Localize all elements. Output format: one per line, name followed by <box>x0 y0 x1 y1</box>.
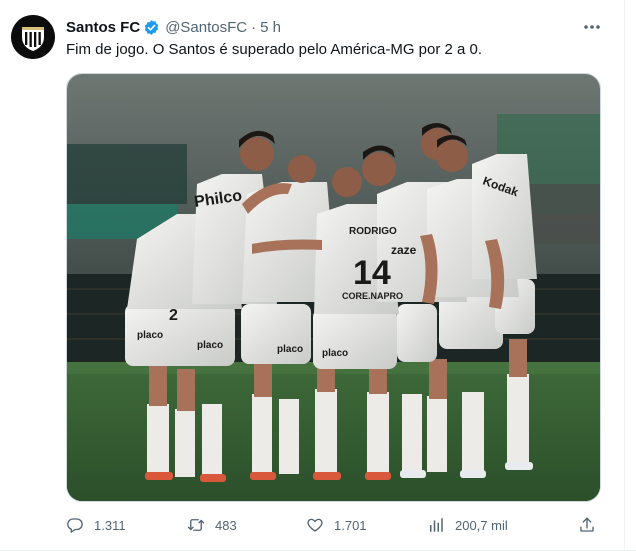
author-name[interactable]: Santos FC <box>66 19 140 36</box>
retweet-button[interactable]: 483 <box>187 512 237 538</box>
jersey-number-2: 2 <box>169 307 178 324</box>
avatar[interactable] <box>11 15 55 59</box>
jersey-sponsor-core: CORE.NAPRO <box>342 291 403 301</box>
share-icon <box>580 517 594 532</box>
views-chart-icon <box>430 518 443 532</box>
reply-button[interactable]: 1.311 <box>66 512 126 538</box>
shorts-sponsor-placo-1: placo <box>137 330 163 341</box>
more-options-button[interactable] <box>580 16 604 38</box>
reply-count: 1.311 <box>94 517 126 533</box>
tweet-timestamp[interactable]: 5 h <box>260 19 281 36</box>
verified-badge-icon <box>143 19 160 36</box>
retweet-count: 483 <box>215 517 237 533</box>
heart-icon <box>307 518 323 532</box>
team-huddle-photo: Philco 14 RODRIGO Kodak CORE.NAPRO placo… <box>67 74 600 501</box>
retweet-icon <box>187 519 205 531</box>
tweet-actions-bar: 1.311 483 1.701 200,7 mil <box>66 512 606 538</box>
more-horizontal-icon <box>584 25 600 29</box>
tweet-photo[interactable]: Philco 14 RODRIGO Kodak CORE.NAPRO placo… <box>66 73 601 502</box>
like-count: 1.701 <box>334 517 367 533</box>
jersey-sponsor-zaze: zaze <box>391 243 417 257</box>
jersey-name-rodrigo: RODRIGO <box>349 226 397 237</box>
author-handle[interactable]: @SantosFC <box>165 19 247 36</box>
shorts-sponsor-placo-3: placo <box>277 344 303 355</box>
share-button[interactable] <box>578 512 606 538</box>
jersey-number-14: 14 <box>353 254 391 292</box>
tweet-header: Santos FC @SantosFC · 5 h <box>66 16 281 38</box>
tweet-text: Fim de jogo. O Santos é superado pelo Am… <box>66 41 483 58</box>
view-count: 200,7 mil <box>455 517 508 533</box>
panel-divider <box>624 0 625 551</box>
like-button[interactable]: 1.701 <box>306 512 367 538</box>
shorts-sponsor-placo-4: placo <box>322 348 348 359</box>
shorts-sponsor-placo-2: placo <box>197 340 223 351</box>
reply-icon <box>67 518 83 533</box>
views-button[interactable]: 200,7 mil <box>427 512 508 538</box>
santos-crest-logo <box>11 15 55 59</box>
separator-dot: · <box>251 18 257 36</box>
